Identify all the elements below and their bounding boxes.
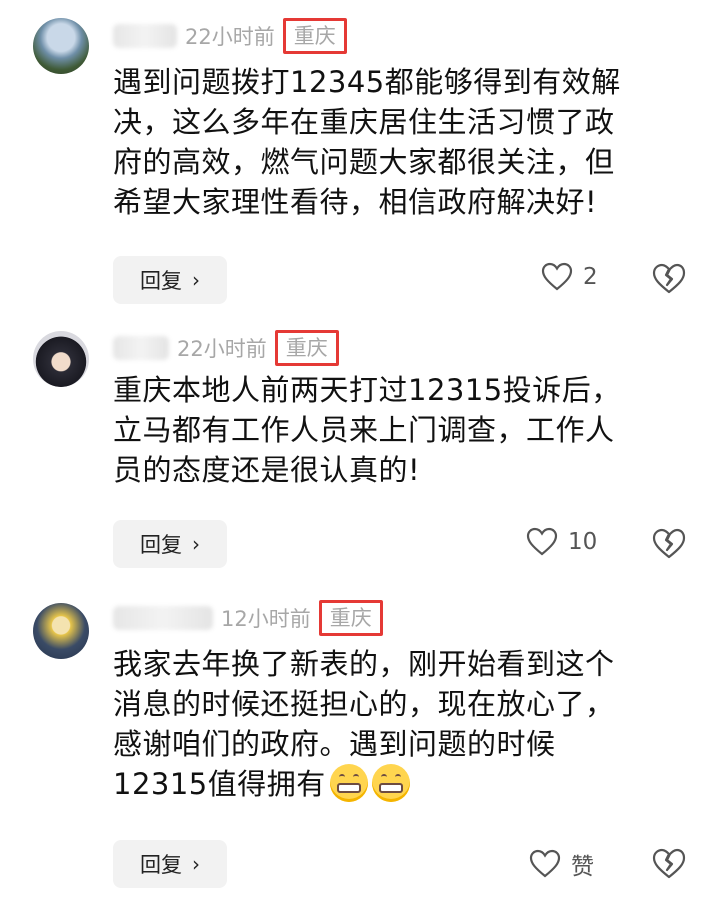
comment-meta: 12小时前 重庆 <box>113 598 383 638</box>
username-blurred[interactable] <box>113 606 213 630</box>
chevron-right-icon: › <box>192 532 200 556</box>
broken-heart-icon[interactable] <box>652 262 686 296</box>
broken-heart-icon[interactable] <box>652 527 686 561</box>
region-badge: 重庆 <box>274 330 339 366</box>
avatar[interactable] <box>33 331 89 387</box>
region-badge: 重庆 <box>318 600 383 636</box>
chevron-right-icon: › <box>192 852 200 876</box>
heart-outline-icon <box>526 527 558 556</box>
comment-time: 22小时前 <box>185 25 275 49</box>
like-count: 10 <box>568 529 598 555</box>
chevron-right-icon: › <box>192 268 200 292</box>
broken-heart-icon[interactable] <box>652 847 686 881</box>
reply-label: 回复 <box>140 853 182 877</box>
like-button[interactable]: 10 <box>526 527 597 557</box>
avatar[interactable] <box>33 603 89 659</box>
reply-button[interactable]: 回复 › <box>113 256 227 304</box>
heart-outline-icon <box>541 262 573 291</box>
like-count: 赞 <box>571 854 594 880</box>
like-count: 2 <box>583 264 598 290</box>
grinning-emoji <box>329 764 368 802</box>
reply-button[interactable]: 回复 › <box>113 520 227 568</box>
comment-meta: 22小时前 重庆 <box>113 16 347 56</box>
comment-text: 遇到问题拨打12345都能够得到有效解 决，这么多年在重庆居住生活习惯了政 府的… <box>113 65 621 219</box>
region-badge: 重庆 <box>282 18 347 54</box>
comment-meta: 22小时前 重庆 <box>113 328 339 368</box>
like-button[interactable]: 2 <box>541 262 598 292</box>
username-blurred[interactable] <box>113 24 177 48</box>
like-button[interactable]: 赞 <box>529 847 594 881</box>
heart-outline-icon <box>529 849 561 878</box>
reply-label: 回复 <box>140 533 182 557</box>
grinning-emoji <box>371 764 410 802</box>
reply-label: 回复 <box>140 269 182 293</box>
reply-button[interactable]: 回复 › <box>113 840 227 888</box>
comment-text: 重庆本地人前两天打过12315投诉后， 立马都有工作人员来上门调查，工作人 员的… <box>113 373 621 487</box>
avatar[interactable] <box>33 18 89 74</box>
username-blurred[interactable] <box>113 336 169 360</box>
comment-time: 22小时前 <box>177 337 267 361</box>
comment-time: 12小时前 <box>221 607 311 631</box>
comment-text: 我家去年换了新表的，刚开始看到这个 消息的时候还挺担心的，现在放心了， 感谢咱们… <box>113 644 693 804</box>
